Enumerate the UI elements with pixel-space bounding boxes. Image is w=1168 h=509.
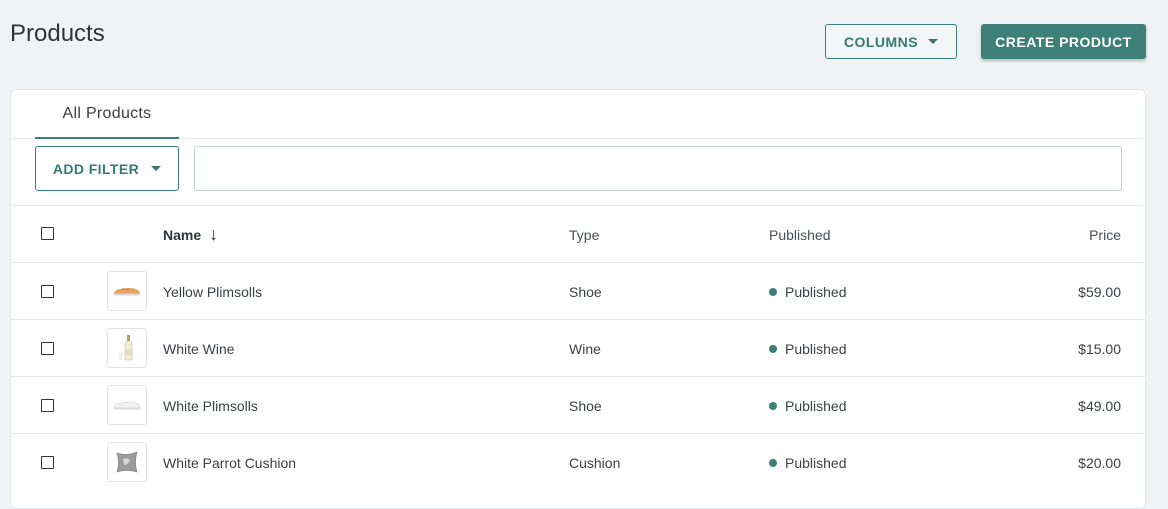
publish-status-label: Published — [785, 454, 847, 471]
product-type: Shoe — [569, 283, 602, 300]
product-type: Shoe — [569, 397, 602, 414]
product-type: Cushion — [569, 454, 621, 471]
wine-bottle-icon — [119, 335, 133, 361]
product-price: $20.00 — [1078, 454, 1121, 471]
published-dot-icon — [769, 458, 777, 467]
white-plimsoll-icon — [113, 401, 141, 410]
column-header-name-label: Name — [163, 226, 202, 243]
row-checkbox[interactable] — [41, 399, 54, 412]
columns-button[interactable]: COLUMNS — [825, 24, 957, 59]
published-dot-icon — [769, 344, 777, 353]
tab-all-products[interactable]: All Products — [35, 90, 179, 139]
add-filter-label: ADD FILTER — [52, 160, 140, 177]
column-header-published[interactable]: Published — [769, 206, 831, 263]
column-header-name[interactable]: Name ↓ — [163, 206, 218, 263]
product-type: Wine — [569, 340, 601, 357]
add-filter-button[interactable]: ADD FILTER — [35, 146, 179, 191]
published-dot-icon — [769, 401, 777, 410]
table-row[interactable]: White Parrot Cushion Cushion Published $… — [11, 433, 1145, 490]
search-input[interactable] — [194, 146, 1122, 191]
published-dot-icon — [769, 287, 777, 296]
column-header-type[interactable]: Type — [569, 206, 599, 263]
row-checkbox[interactable] — [41, 285, 54, 298]
product-thumbnail — [107, 271, 147, 311]
publish-status: Published — [769, 320, 847, 377]
caret-down-icon — [928, 39, 939, 44]
sort-descending-icon[interactable]: ↓ — [209, 224, 218, 245]
select-all-checkbox[interactable] — [41, 227, 54, 240]
product-price: $59.00 — [1078, 283, 1121, 300]
create-product-label: CREATE PRODUCT — [995, 33, 1132, 50]
publish-status-label: Published — [785, 397, 847, 414]
product-name[interactable]: White Wine — [163, 320, 235, 377]
tab-bar: All Products — [11, 90, 1145, 139]
create-product-button[interactable]: CREATE PRODUCT — [981, 24, 1146, 59]
products-card: All Products ADD FILTER Name ↓ Type Publ… — [10, 89, 1146, 509]
product-name[interactable]: Yellow Plimsolls — [163, 263, 262, 320]
publish-status-label: Published — [785, 283, 847, 300]
table-row[interactable]: Yellow Plimsolls Shoe Published $59.00 — [11, 262, 1145, 319]
column-header-price[interactable]: Price — [1089, 206, 1121, 263]
table-header-row: Name ↓ Type Published Price — [11, 205, 1145, 262]
product-price: $49.00 — [1078, 397, 1121, 414]
product-thumbnail — [107, 385, 147, 425]
caret-down-icon — [151, 166, 162, 171]
yellow-plimsoll-icon — [114, 288, 140, 296]
publish-status: Published — [769, 434, 847, 491]
product-thumbnail — [107, 328, 147, 368]
products-table: Name ↓ Type Published Price Yellow Plims… — [11, 205, 1145, 490]
row-checkbox[interactable] — [41, 456, 54, 469]
cushion-icon — [116, 451, 138, 473]
columns-button-label: COLUMNS — [843, 33, 919, 50]
table-row[interactable]: White Plimsolls Shoe Published $49.00 — [11, 376, 1145, 433]
row-checkbox[interactable] — [41, 342, 54, 355]
product-name[interactable]: White Plimsolls — [163, 377, 258, 434]
page-title: Products — [10, 20, 105, 47]
table-row[interactable]: White Wine Wine Published $15.00 — [11, 319, 1145, 376]
product-price: $15.00 — [1078, 340, 1121, 357]
publish-status: Published — [769, 377, 847, 434]
publish-status-label: Published — [785, 340, 847, 357]
product-name[interactable]: White Parrot Cushion — [163, 434, 296, 491]
product-thumbnail — [107, 442, 147, 482]
publish-status: Published — [769, 263, 847, 320]
